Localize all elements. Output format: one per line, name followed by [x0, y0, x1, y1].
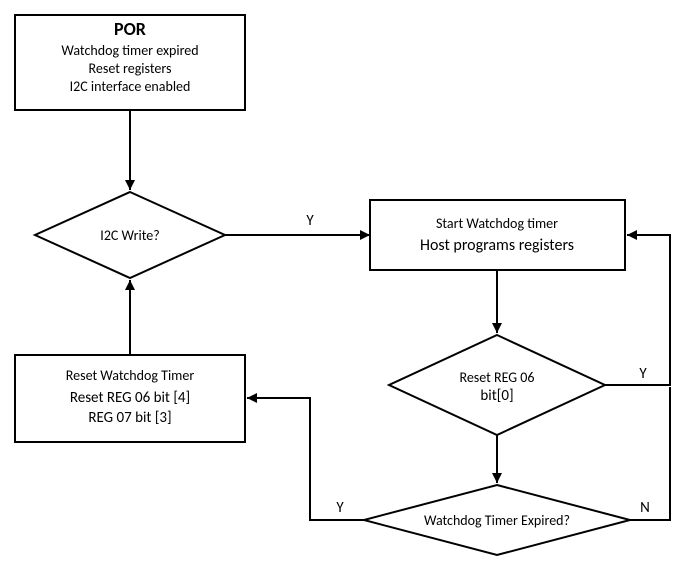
reset-wd-line1: Reset Watchdog Timer [66, 367, 195, 384]
arrow-expired-no [630, 387, 670, 520]
decision-reset06-line1: Reset REG 06 [459, 369, 534, 386]
label-n-expired: N [640, 499, 650, 517]
arrow-expired-yes [247, 398, 364, 520]
reset-wd-line2: Reset REG 06 bit [4] [70, 389, 190, 407]
label-y-expired: Y [336, 499, 344, 517]
decision-i2c-text: I2C Write? [100, 227, 159, 244]
flowchart: POR Watchdog timer expired Reset registe… [0, 0, 695, 578]
por-line1: Watchdog timer expired [61, 42, 198, 59]
decision-expired-text: Watchdog Timer Expired? [424, 512, 570, 529]
label-y-i2c: Y [306, 212, 314, 230]
decision-reset06-line2: bit[0] [480, 387, 513, 405]
start-wd-line2: Host programs registers [420, 236, 574, 255]
label-y-reset06: Y [639, 365, 647, 383]
por-title: POR [114, 18, 146, 40]
start-wd-line1: Start Watchdog timer [436, 215, 558, 232]
por-line3: I2C interface enabled [70, 78, 191, 95]
start-watchdog-box [370, 200, 625, 270]
reset-wd-line3: REG 07 bit [3] [88, 409, 171, 427]
por-line2: Reset registers [89, 60, 172, 77]
